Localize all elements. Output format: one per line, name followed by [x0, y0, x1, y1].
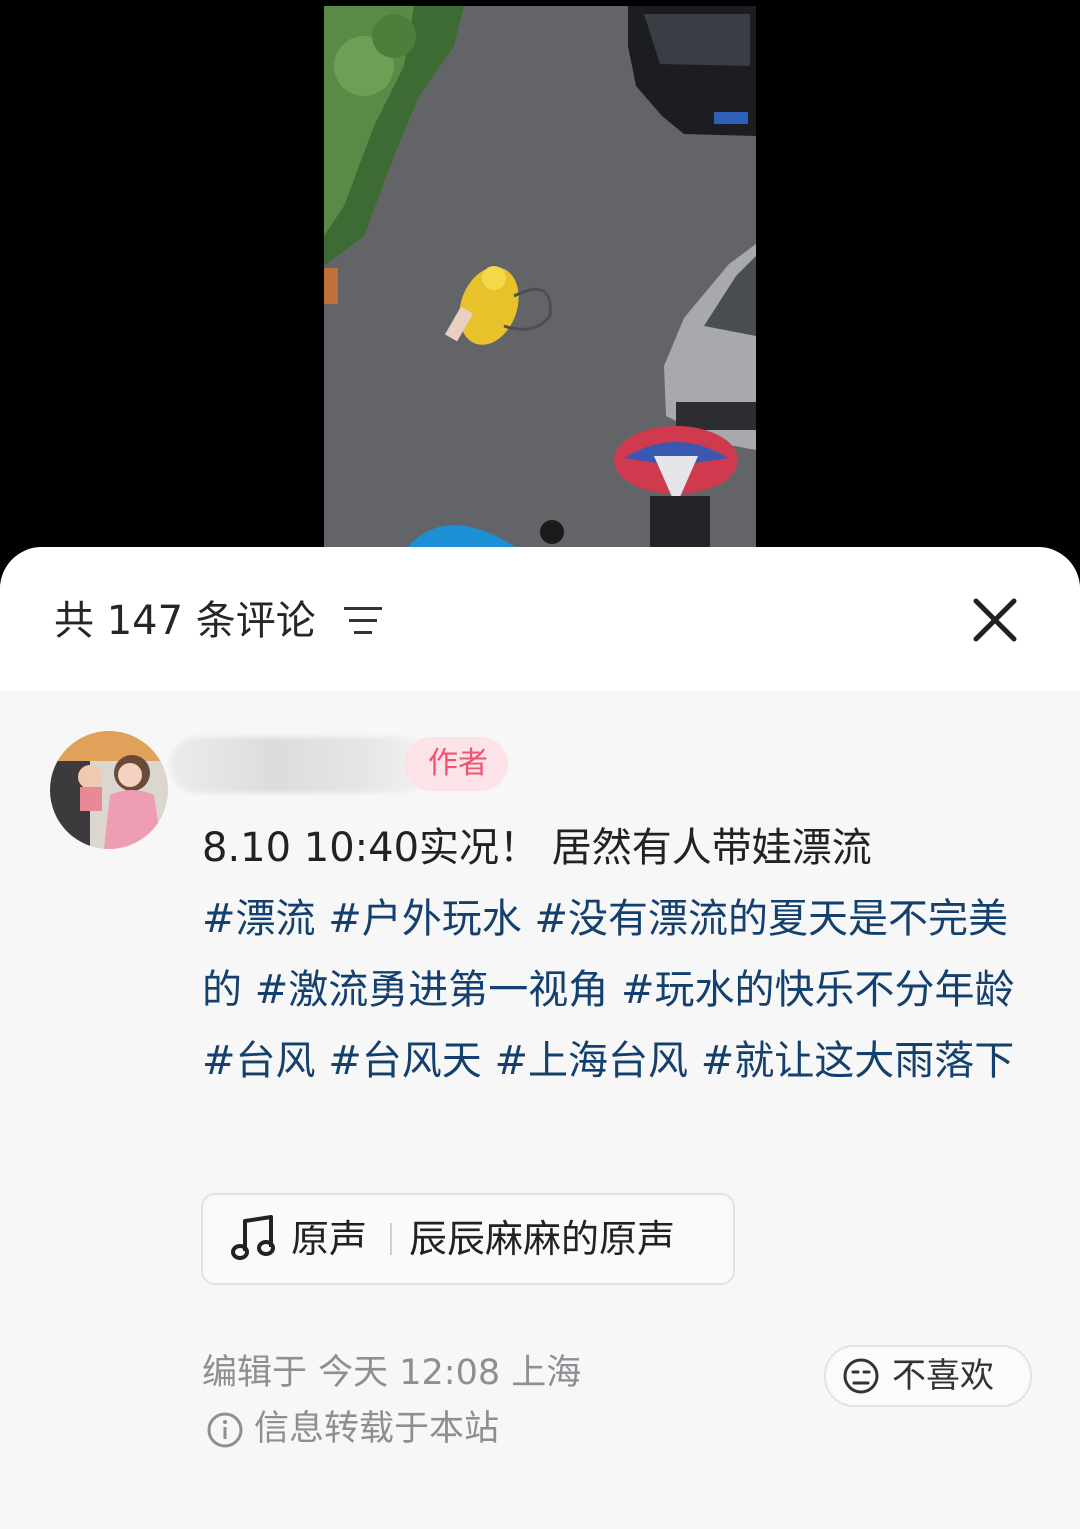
hashtag[interactable]: #上海台风 — [494, 1038, 688, 1084]
hashtag[interactable]: #户外玩水 — [328, 896, 522, 942]
source-note-text: 信息转载于本站 — [254, 1409, 500, 1449]
video-player[interactable] — [324, 6, 756, 566]
music-title: 辰辰麻麻的原声 — [409, 1217, 676, 1261]
comment-text: 8.10 10:40实况！ 居然有人带娃漂流 #漂流 #户外玩水 #没有漂流的夏… — [202, 813, 1032, 1097]
app-screen: 共 147 条评论 作者 8.10 10:40实况！ 居然有人带娃漂流 #漂流 … — [0, 0, 1080, 1529]
original-sound-button[interactable]: 原声 辰辰麻麻的原声 — [201, 1193, 735, 1285]
sort-lines-icon[interactable] — [344, 605, 382, 637]
hashtag[interactable]: #台风天 — [328, 1038, 482, 1084]
dislike-label: 不喜欢 — [892, 1356, 994, 1396]
author-avatar[interactable] — [50, 731, 168, 849]
hashtag[interactable]: #玩水的快乐不分年龄 — [621, 967, 1015, 1013]
comment-body: 8.10 10:40实况！ 居然有人带娃漂流 — [202, 825, 872, 871]
hashtag[interactable]: #漂流 — [202, 896, 316, 942]
hashtag[interactable]: #激流勇进第一视角 — [255, 967, 609, 1013]
music-note-icon — [231, 1215, 275, 1260]
author-username-blurred[interactable] — [170, 737, 430, 793]
comment-sheet-header: 共 147 条评论 — [0, 547, 1080, 691]
comment-sheet: 共 147 条评论 作者 8.10 10:40实况！ 居然有人带娃漂流 #漂流 … — [0, 547, 1080, 1529]
comment-count: 共 147 条评论 — [54, 598, 316, 644]
info-icon — [207, 1412, 243, 1448]
author-badge: 作者 — [404, 737, 508, 791]
close-x-icon[interactable] — [972, 597, 1018, 643]
divider — [390, 1223, 392, 1255]
meh-face-icon — [843, 1358, 879, 1394]
edit-meta: 编辑于 今天 12:08 上海 — [202, 1353, 582, 1393]
hashtag[interactable]: #就让这大雨落下 — [701, 1038, 1015, 1084]
video-frame-image — [324, 6, 756, 566]
hashtag[interactable]: #台风 — [202, 1038, 316, 1084]
dislike-button[interactable]: 不喜欢 — [824, 1345, 1032, 1407]
music-label: 原声 — [291, 1217, 368, 1261]
